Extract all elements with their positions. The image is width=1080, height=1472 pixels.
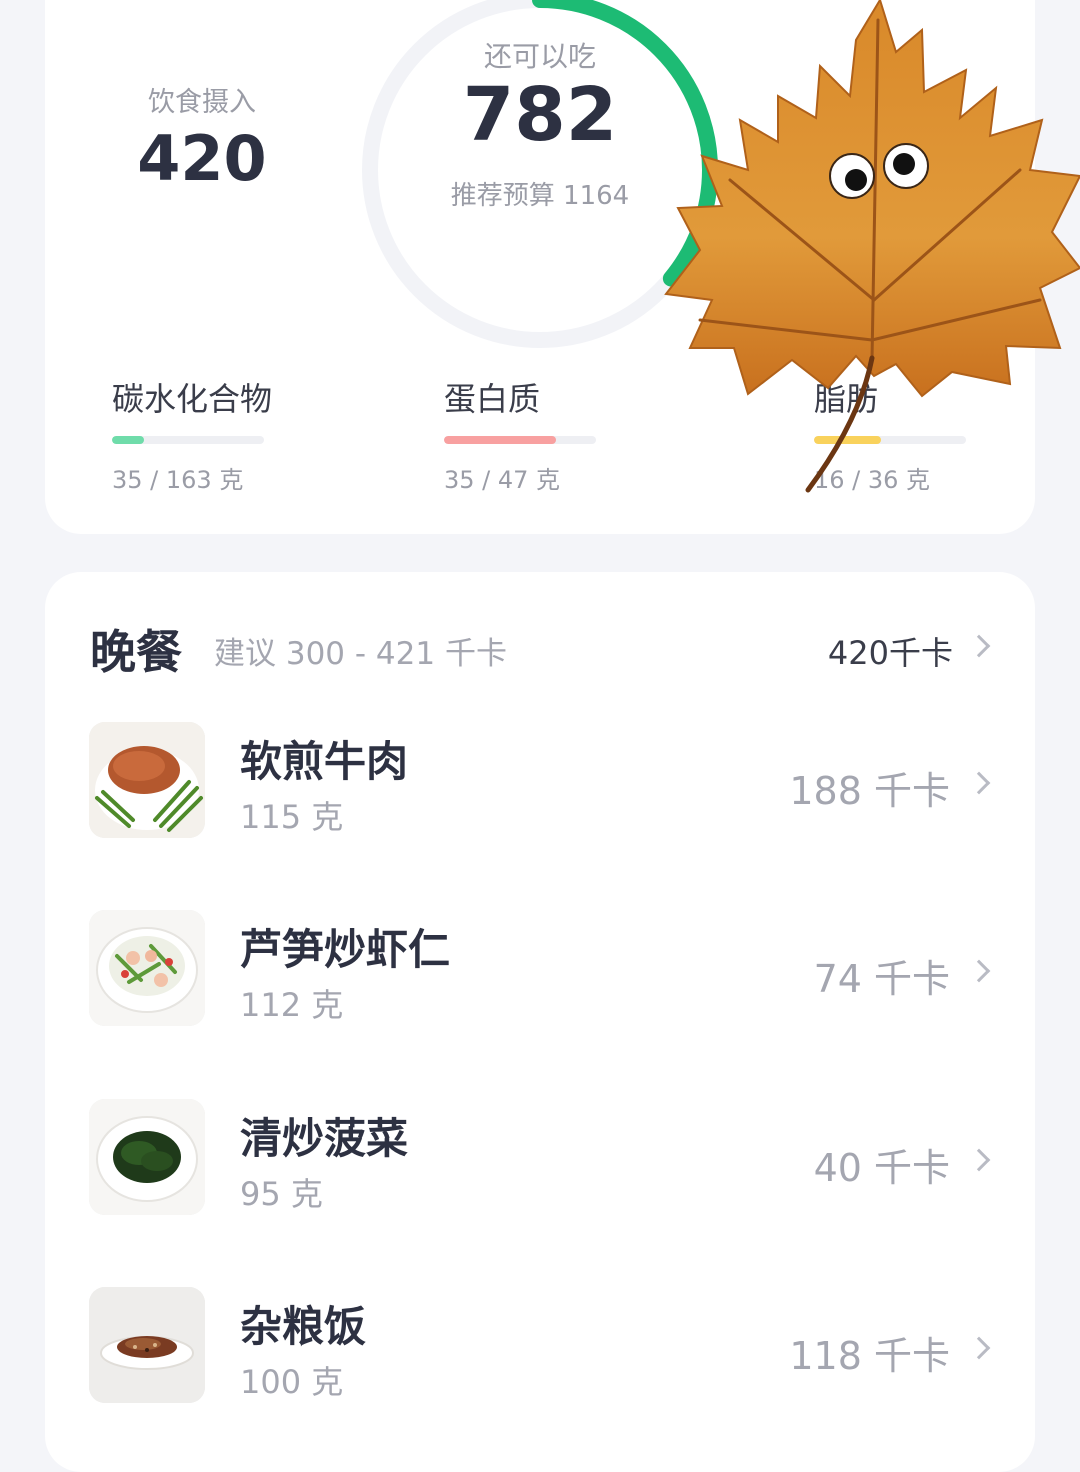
macro-progress-bar <box>444 436 596 444</box>
chevron-right-icon <box>967 634 991 658</box>
food-weight: 115 克 <box>240 798 344 836</box>
intake-label: 饮食摄入 <box>148 87 256 118</box>
dinner-card: 晚餐 建议 300 - 421 千卡 420千卡 软煎牛肉 115 克 188 … <box>45 572 1035 1472</box>
food-image-rice <box>89 1287 205 1403</box>
chevron-right-icon <box>967 1336 991 1360</box>
meal-suggestion: 建议 300 - 421 千卡 <box>214 636 507 672</box>
chevron-right-icon <box>967 959 991 983</box>
food-calories: 40 千卡 <box>813 1146 950 1190</box>
macro-amount: 35 / 47 克 <box>444 466 561 494</box>
maple-leaf-sticker-icon <box>664 0 1080 493</box>
food-image-beef <box>89 722 205 838</box>
food-name: 清炒菠菜 <box>240 1114 409 1163</box>
food-item[interactable]: 杂粮饭 100 克 118 千卡 <box>45 1287 1035 1407</box>
macro-name: 蛋白质 <box>444 380 541 418</box>
food-name: 杂粮饭 <box>240 1302 367 1351</box>
food-calories: 188 千卡 <box>789 769 950 813</box>
chevron-right-icon <box>967 771 991 795</box>
food-item[interactable]: 芦笋炒虾仁 112 克 74 千卡 <box>45 910 1035 1030</box>
macro-progress-fill <box>444 436 557 444</box>
macro-protein: 蛋白质 35 / 47 克 <box>444 378 624 495</box>
meal-total-button[interactable]: 420千卡 <box>828 628 953 674</box>
macro-progress-fill <box>112 436 144 444</box>
chevron-right-icon <box>967 1148 991 1172</box>
macro-amount: 35 / 163 克 <box>112 466 244 494</box>
food-image-spinach <box>89 1099 205 1215</box>
food-weight: 95 克 <box>240 1175 323 1213</box>
meal-title: 晚餐 <box>90 625 182 679</box>
food-name: 软煎牛肉 <box>240 737 409 786</box>
macro-name: 碳水化合物 <box>112 380 273 418</box>
food-item[interactable]: 软煎牛肉 115 克 188 千卡 <box>45 722 1035 842</box>
food-item[interactable]: 清炒菠菜 95 克 40 千卡 <box>45 1099 1035 1219</box>
food-calories: 118 千卡 <box>789 1334 950 1378</box>
food-name: 芦笋炒虾仁 <box>240 925 451 974</box>
macro-progress-bar <box>112 436 264 444</box>
food-weight: 100 克 <box>240 1363 344 1401</box>
food-calories: 74 千卡 <box>813 957 950 1001</box>
food-weight: 112 克 <box>240 986 344 1024</box>
food-image-shrimp <box>89 910 205 1026</box>
intake-value: 420 <box>137 122 267 195</box>
macro-carbs: 碳水化合物 35 / 163 克 <box>112 378 292 495</box>
